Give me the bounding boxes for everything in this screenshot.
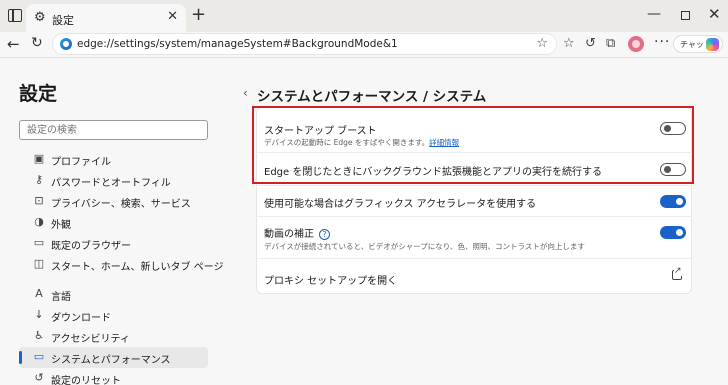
sidebar-item-language[interactable]: A 言語 <box>19 284 208 305</box>
page-title: システムとパフォーマンス / システム <box>257 89 487 105</box>
settings-sidebar: 設定 ▣ プロファイル ⚷ パスワードとオートフィル ⊡ プライバシー、検索、サ… <box>0 59 225 385</box>
back-button[interactable]: ← <box>7 35 20 53</box>
navigation-bar: ← ↻ edge://settings/system/manageSystem#… <box>0 32 728 58</box>
video-enhance-toggle[interactable] <box>660 226 686 239</box>
gear-icon: ⚙ <box>34 10 46 25</box>
profile-avatar[interactable] <box>628 36 644 52</box>
sidebar-item-label: 外観 <box>51 220 71 231</box>
new-tab-button[interactable]: + <box>191 6 206 24</box>
sidebar-item-passwords[interactable]: ⚷ パスワードとオートフィル <box>19 170 208 191</box>
close-window-button[interactable]: ✕ <box>708 6 721 22</box>
settings-search-input[interactable] <box>19 120 208 140</box>
sidebar-toggle-icon[interactable] <box>8 9 22 22</box>
proxy-setup-title[interactable]: プロキシ セットアップを開く <box>264 272 397 287</box>
reset-icon: ↺ <box>34 371 44 384</box>
download-icon: ↓ <box>34 308 44 321</box>
video-enhance-desc: デバイスが接続されていると、ビデオがシャープになり、色、照明、コントラストが向上… <box>264 242 585 251</box>
divider <box>256 185 692 186</box>
lock-icon: ⊡ <box>34 194 44 207</box>
address-bar[interactable]: edge://settings/system/manageSystem#Back… <box>52 33 557 55</box>
minimize-button[interactable]: — <box>647 6 661 22</box>
tab-settings[interactable]: ⚙ 設定 ✕ <box>26 4 186 32</box>
sidebar-item-label: プライバシー、検索、サービス <box>51 199 191 210</box>
graphics-acceleration-title: 使用可能な場合はグラフィックス アクセラレータを使用する <box>264 199 537 210</box>
system-icon: ▭ <box>33 350 45 363</box>
sidebar-item-reset[interactable]: ↺ 設定のリセット <box>19 368 208 385</box>
more-menu-icon[interactable]: ··· <box>654 34 670 50</box>
graphics-acceleration-toggle[interactable] <box>660 195 686 208</box>
sidebar-item-label: ダウンロード <box>51 313 111 324</box>
external-link-icon[interactable] <box>672 266 682 280</box>
sidebar-item-downloads[interactable]: ↓ ダウンロード <box>19 305 208 326</box>
sidebar-item-privacy[interactable]: ⊡ プライバシー、検索、サービス <box>19 191 208 212</box>
appearance-icon: ◑ <box>34 215 44 228</box>
title-bar: ⚙ 設定 ✕ + — ✕ <box>0 0 728 32</box>
divider <box>256 216 692 217</box>
sidebar-item-system[interactable]: ▭ システムとパフォーマンス <box>19 347 208 368</box>
help-icon[interactable]: ? <box>319 229 330 240</box>
divider <box>256 258 692 259</box>
language-icon: A <box>35 287 43 300</box>
sidebar-item-accessibility[interactable]: ♿ アクセシビリティ <box>19 326 208 347</box>
maximize-button[interactable] <box>681 11 690 20</box>
sidebar-item-appearance[interactable]: ◑ 外観 <box>19 212 208 233</box>
profile-icon: ▣ <box>33 152 45 165</box>
sidebar-item-label: 設定のリセット <box>51 376 121 385</box>
collections-icon[interactable]: ⧉ <box>606 36 615 52</box>
sidebar-item-label: 言語 <box>51 292 71 303</box>
sidebar-item-default-browser[interactable]: ▭ 既定のブラウザー <box>19 233 208 254</box>
tab-title: 設定 <box>52 14 74 27</box>
key-icon: ⚷ <box>34 173 44 186</box>
sidebar-item-label: アクセシビリティ <box>51 334 130 345</box>
history-icon[interactable]: ↺ <box>585 36 596 52</box>
sidebar-item-start-home[interactable]: ◫ スタート、ホーム、新しいタブ ページ <box>19 254 224 275</box>
home-tab-icon: ◫ <box>33 257 45 270</box>
back-chevron-icon[interactable]: ‹ <box>243 86 248 100</box>
copilot-icon <box>706 38 719 51</box>
sidebar-item-label: 既定のブラウザー <box>51 241 131 252</box>
active-indicator <box>19 351 22 364</box>
video-enhance-title: 動画の補正 <box>264 229 314 240</box>
sidebar-item-label: プロファイル <box>51 157 111 168</box>
sidebar-item-profile[interactable]: ▣ プロファイル <box>19 149 208 170</box>
tab-close-icon[interactable]: ✕ <box>167 10 178 24</box>
sidebar-item-label: パスワードとオートフィル <box>51 178 171 189</box>
favorite-star-icon[interactable]: ☆ <box>536 36 548 51</box>
chat-button[interactable]: チャット <box>673 35 723 53</box>
settings-title: 設定 <box>19 83 58 105</box>
accessibility-icon: ♿ <box>34 329 44 342</box>
url-text[interactable]: edge://settings/system/manageSystem#Back… <box>77 38 398 50</box>
browser-icon: ▭ <box>33 236 45 249</box>
edge-icon <box>60 38 72 50</box>
refresh-button[interactable]: ↻ <box>31 35 43 51</box>
sidebar-item-label: スタート、ホーム、新しいタブ ページ <box>51 262 224 273</box>
sidebar-item-label: システムとパフォーマンス <box>51 355 171 366</box>
favorites-icon[interactable]: ☆ <box>563 36 575 52</box>
highlight-box <box>252 106 694 184</box>
